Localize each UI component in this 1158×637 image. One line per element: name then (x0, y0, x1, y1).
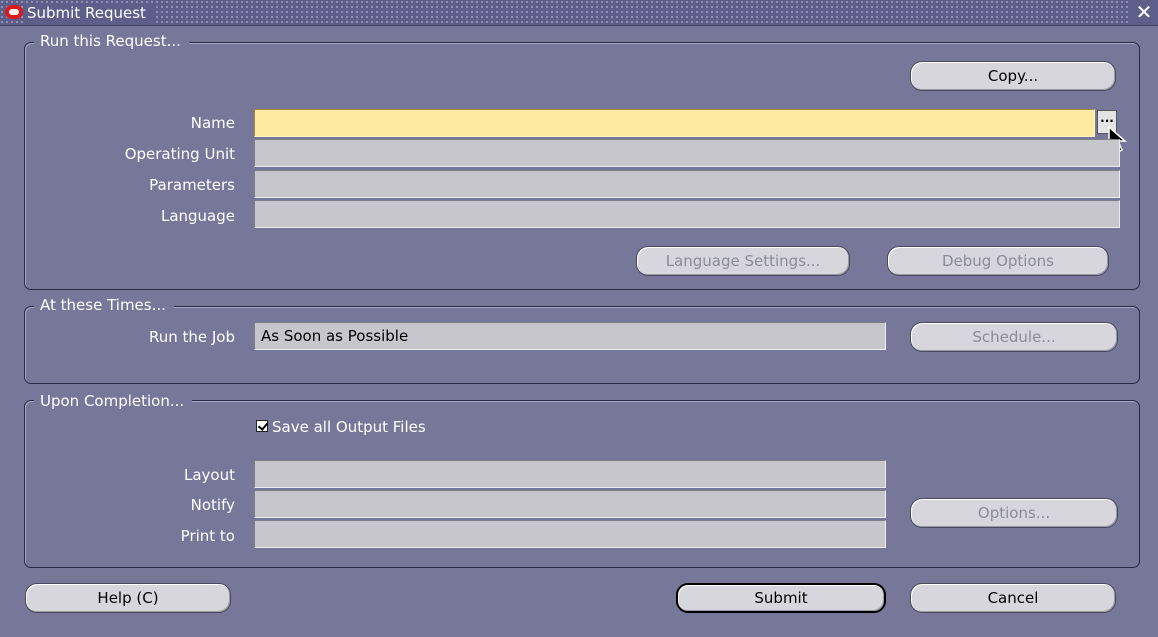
layout-label: Layout (184, 466, 235, 484)
cancel-button[interactable]: Cancel (910, 583, 1116, 613)
print-to-label: Print to (180, 527, 235, 545)
language-settings-button[interactable]: Language Settings... (636, 246, 850, 276)
copy-button[interactable]: Copy... (910, 61, 1116, 91)
run-job-label: Run the Job (148, 328, 235, 346)
oracle-logo-icon (5, 5, 23, 19)
parameters-field[interactable] (254, 170, 1120, 198)
operating-unit-field[interactable] (254, 139, 1120, 167)
parameters-label: Parameters (149, 176, 235, 194)
notify-label: Notify (190, 496, 235, 514)
run-request-legend: Run this Request... (34, 32, 189, 50)
submit-button[interactable]: Submit (676, 583, 886, 613)
operating-unit-label: Operating Unit (124, 145, 235, 163)
run-job-field[interactable]: As Soon as Possible (254, 322, 886, 350)
debug-options-button[interactable]: Debug Options (887, 246, 1109, 276)
name-label: Name (190, 114, 235, 132)
title-bar: Submit Request ✕ (0, 0, 1158, 26)
times-legend: At these Times... (34, 296, 174, 314)
name-field[interactable] (254, 109, 1095, 137)
language-label: Language (160, 207, 235, 225)
language-field[interactable] (254, 200, 1120, 228)
help-button[interactable]: Help (C) (25, 583, 231, 613)
close-icon[interactable]: ✕ (1130, 0, 1158, 25)
notify-field[interactable] (254, 490, 886, 518)
completion-legend: Upon Completion... (34, 392, 193, 410)
options-button[interactable]: Options... (910, 498, 1118, 528)
schedule-button[interactable]: Schedule... (910, 322, 1118, 352)
window-title: Submit Request (24, 3, 154, 23)
print-to-field[interactable] (254, 520, 886, 548)
layout-field[interactable] (254, 460, 886, 488)
save-output-checkbox[interactable] (256, 420, 268, 432)
save-output-label[interactable]: Save all Output Files (272, 417, 426, 437)
